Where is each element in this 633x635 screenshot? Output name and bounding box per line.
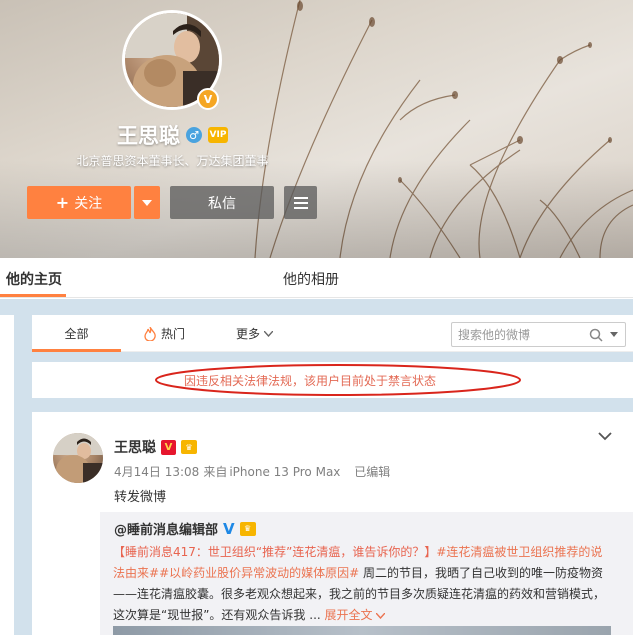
repost-author-name[interactable]: @睡前消息编辑部 <box>114 519 218 538</box>
expand-full-text-label: 展开全文 <box>324 608 373 622</box>
expand-full-text-link[interactable]: 展开全文 <box>325 608 386 622</box>
plus-icon: + <box>55 193 70 212</box>
weibo-post: 王思聪 V ♛ 4月14日 13:08 来自 iPhone 13 Pro Max 已… <box>32 412 633 635</box>
message-button[interactable]: 私信 <box>170 186 274 219</box>
chevron-down-icon <box>375 612 386 620</box>
feed-tab-all[interactable]: 全部 <box>32 315 121 352</box>
search-scope-dropdown-icon[interactable] <box>610 332 618 337</box>
post-options-chevron-icon[interactable] <box>598 432 612 441</box>
feed-tab-hot-label: 热门 <box>161 327 186 341</box>
feed-tab-more-label: 更多 <box>236 327 261 341</box>
vip-crown-icon[interactable]: ♛ <box>239 521 256 536</box>
post-edited-label[interactable]: 已编辑 <box>354 465 390 479</box>
post-source-prefix: 来自 <box>203 465 228 479</box>
repost-image[interactable] <box>113 626 611 635</box>
feed-filter-bar: 全部 热门 更多 <box>32 315 633 352</box>
follow-button[interactable]: + 关注 <box>27 186 131 219</box>
profile-name-row: 王思聪 ♂ VIP <box>0 122 345 148</box>
search-icon[interactable] <box>589 328 603 342</box>
profile-tabs: 他的主页 他的相册 <box>0 258 633 298</box>
verified-badge-icon: V <box>161 439 176 455</box>
ban-notice: 因违反相关法律法规，该用户目前处于禁言状态 <box>32 362 633 398</box>
post-avatar-photo <box>53 433 103 483</box>
post-author-name[interactable]: 王思聪 <box>114 437 156 457</box>
profile-bio: 北京普思资本董事长、万达集团董事 <box>76 154 269 168</box>
male-gender-icon: ♂ <box>186 127 202 143</box>
more-menu-button[interactable] <box>284 186 317 219</box>
post-meta: 4月14日 13:08 来自 iPhone 13 Pro Max 已编辑 <box>114 463 394 480</box>
hashtag-link[interactable]: #以岭药业股价异常波动的媒体原因# <box>159 566 359 580</box>
repost-headline: 【睡前消息417：世卫组织“推荐”连花清瘟，谁告诉你的？】 <box>113 545 437 559</box>
post-source: iPhone 13 Pro Max <box>229 465 341 479</box>
post-timestamp[interactable]: 4月14日 13:08 <box>114 465 199 479</box>
verified-badge-icon: V <box>197 88 219 110</box>
tab-album[interactable]: 他的相册 <box>283 269 339 289</box>
repost-body: 【睡前消息417：世卫组织“推荐”连花清瘟，谁告诉你的？】#连花清瘟被世卫组织推… <box>113 542 611 626</box>
chevron-down-icon <box>142 199 152 206</box>
repost-author-row: @睡前消息编辑部 V ♛ <box>114 519 256 538</box>
follow-options-button[interactable] <box>134 186 160 219</box>
hamburger-menu-icon <box>293 196 308 209</box>
tab-home[interactable]: 他的主页 <box>6 269 62 289</box>
profile-name: 王思聪 <box>117 124 180 148</box>
feed-tab-indicator <box>32 349 121 352</box>
post-author-avatar[interactable] <box>53 433 103 483</box>
post-author-row: 王思聪 V ♛ <box>114 437 197 457</box>
red-circle-annotation <box>155 364 521 396</box>
active-tab-indicator <box>0 294 66 297</box>
post-text: 转发微博 <box>114 490 167 505</box>
follow-button-label: 关注 <box>74 195 103 212</box>
blue-verified-icon: V <box>223 519 235 538</box>
vip-crown-icon[interactable]: VIP <box>208 127 228 143</box>
chevron-down-icon <box>264 330 274 337</box>
flame-icon <box>144 326 156 341</box>
left-sidebar-card <box>0 315 14 635</box>
weibo-search-input[interactable] <box>458 327 584 342</box>
feed-tab-more[interactable]: 更多 <box>236 315 274 352</box>
repost-card[interactable]: @睡前消息编辑部 V ♛ 【睡前消息417：世卫组织“推荐”连花清瘟，谁告诉你的… <box>100 512 633 635</box>
feed-tab-hot[interactable]: 热门 <box>144 315 185 352</box>
vip-crown-icon[interactable]: ♛ <box>181 440 197 454</box>
weibo-search-box <box>451 322 626 347</box>
